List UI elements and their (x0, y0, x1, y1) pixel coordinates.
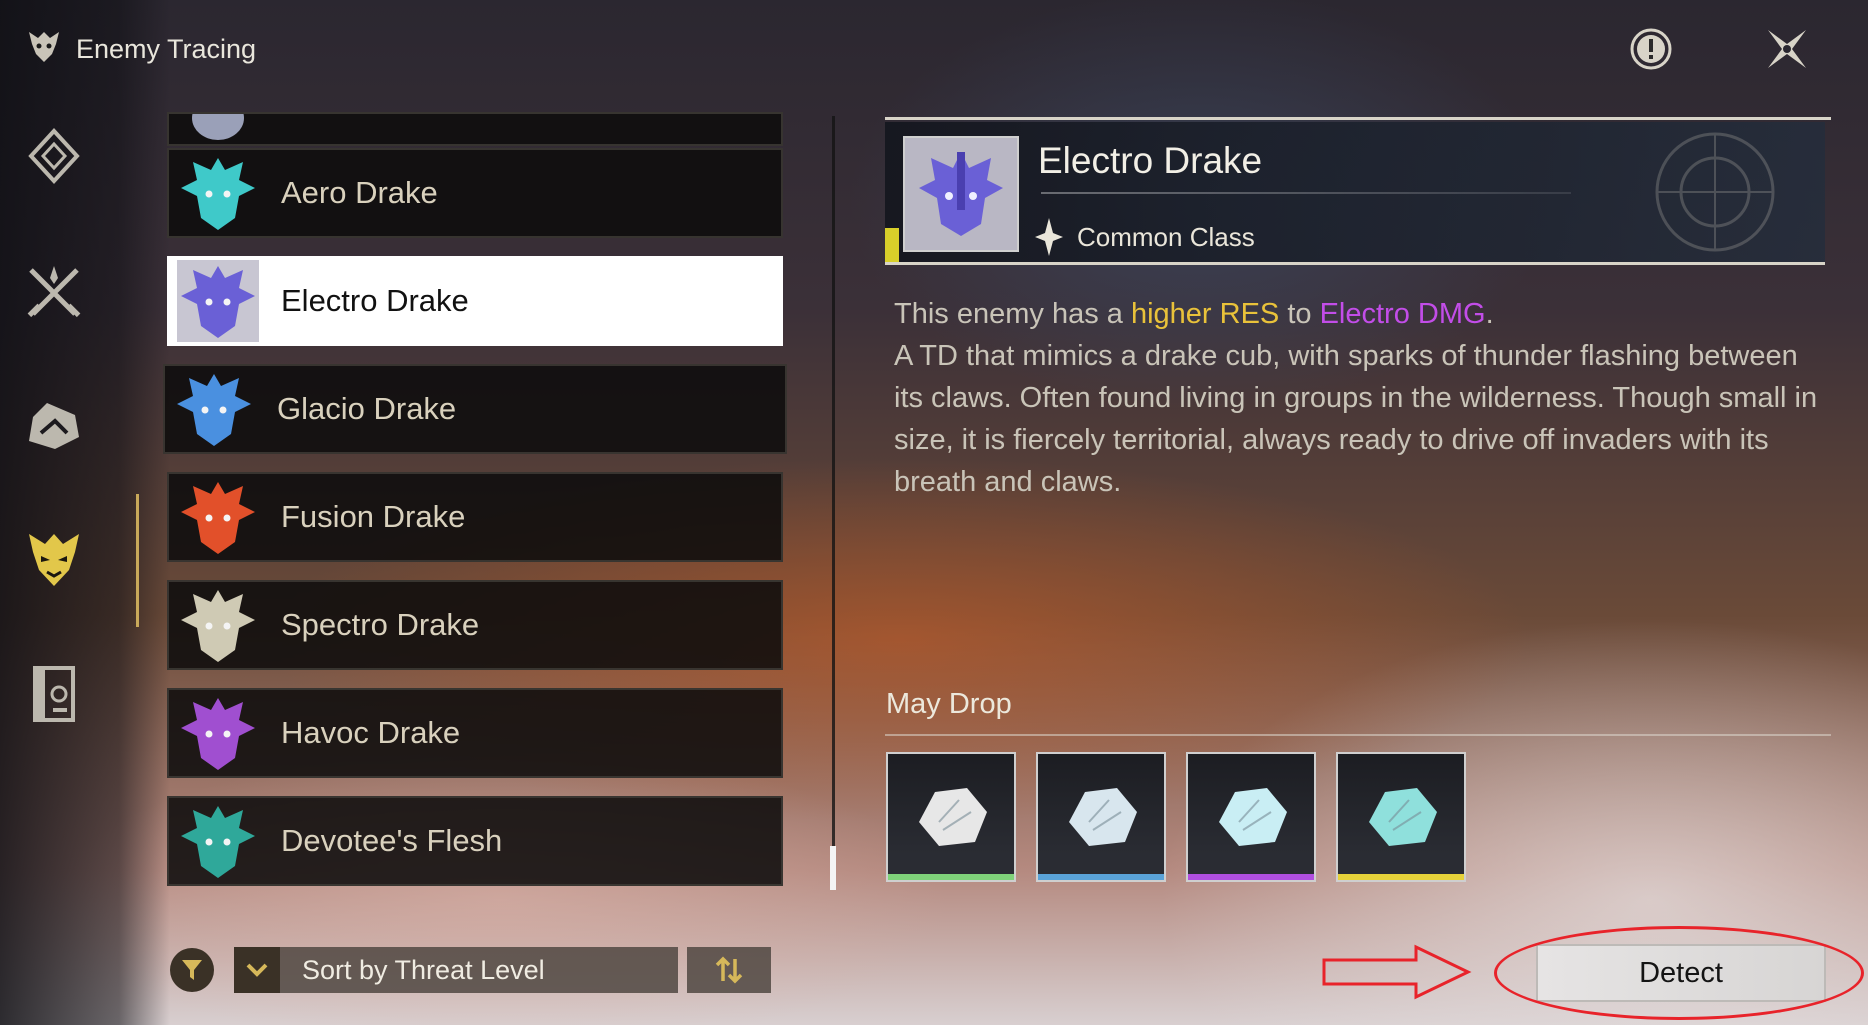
enemy-portrait (177, 152, 259, 234)
name-underline (1041, 192, 1571, 194)
list-divider (832, 116, 835, 890)
sort-arrows-icon (715, 956, 743, 984)
element-highlight: Electro DMG (1319, 298, 1486, 330)
enemy-detail-header: Electro Drake Common Class (885, 122, 1825, 265)
annotation-arrow-icon (1322, 944, 1472, 1000)
diamond-icon (28, 128, 80, 184)
sidebar-item-gem[interactable] (24, 396, 84, 456)
enemy-list-item[interactable]: Glacio Drake (163, 364, 787, 454)
enemy-list-item[interactable]: Devotee's Flesh (167, 796, 783, 886)
detail-top-rule (885, 117, 1831, 120)
enemy-detail-name: Electro Drake (1038, 140, 1263, 181)
enemy-detail-portrait (903, 136, 1019, 252)
enemy-portrait (173, 368, 255, 450)
enemy-portrait (177, 260, 259, 342)
enemy-list-item[interactable]: Aero Drake (167, 148, 783, 238)
demon-mask-icon (29, 534, 79, 586)
enemy-list-item[interactable]: Havoc Drake (167, 688, 783, 778)
sort-select[interactable]: Sort by Threat Level (234, 947, 678, 993)
shell-material-icon (1369, 788, 1437, 846)
enemy-class: Common Class (1035, 218, 1255, 256)
shell-material-icon (1219, 788, 1287, 846)
close-icon[interactable] (1764, 26, 1810, 72)
description-middle: to (1279, 298, 1320, 330)
enemy-list-item[interactable] (167, 112, 783, 146)
sidebar-active-indicator (136, 494, 139, 627)
enemy-name: Fusion Drake (281, 499, 466, 534)
enemy-list-item[interactable]: Fusion Drake (167, 472, 783, 562)
filter-button[interactable] (170, 948, 214, 992)
drop-item[interactable] (1186, 752, 1316, 882)
enemy-name: Devotee's Flesh (281, 823, 503, 858)
rarity-bar (1188, 874, 1314, 880)
enemy-portrait (177, 584, 259, 666)
emblem-watermark-icon (1655, 132, 1775, 252)
enemy-name: Havoc Drake (281, 715, 461, 750)
description-prefix: This enemy has a (894, 298, 1131, 330)
shell-material-icon (1069, 788, 1137, 846)
enemy-tracing-icon (26, 28, 62, 71)
gem-icon (29, 403, 79, 449)
sidebar-item-swords[interactable] (24, 262, 84, 322)
sparkle-icon (1035, 218, 1063, 256)
enemy-portrait (177, 800, 259, 882)
sidebar-item-enemy[interactable] (24, 530, 84, 590)
enemy-name: Aero Drake (281, 175, 438, 210)
page-title: Enemy Tracing (76, 34, 257, 64)
enemy-name: Glacio Drake (277, 391, 457, 426)
crossed-swords-icon (27, 266, 81, 318)
enemy-portrait (177, 692, 259, 774)
enemy-list-item[interactable]: Electro Drake (167, 256, 783, 346)
enemy-portrait (177, 476, 259, 558)
res-highlight: higher RES (1130, 298, 1280, 330)
sidebar-item-diamond[interactable] (24, 126, 84, 186)
drop-item[interactable] (1336, 752, 1466, 882)
annotation-ellipse (1494, 926, 1864, 1020)
enemy-list-item[interactable]: Spectro Drake (167, 580, 783, 670)
rarity-accent (885, 228, 899, 262)
sort-select-label: Sort by Threat Level (302, 954, 545, 985)
book-icon (33, 666, 75, 722)
sort-order-button[interactable] (687, 947, 771, 993)
enemy-description: This enemy has a higher RES to Electro D… (894, 293, 1824, 503)
shell-material-icon (919, 788, 987, 846)
enemy-class-label: Common Class (1077, 221, 1255, 252)
sidebar-item-book[interactable] (24, 664, 84, 724)
drops-title: May Drop (886, 688, 1012, 720)
rarity-bar (888, 874, 1014, 880)
rarity-bar (1338, 874, 1464, 880)
chevron-down-icon (234, 947, 280, 993)
filter-icon (182, 960, 202, 980)
drops-divider (885, 734, 1831, 736)
rarity-bar (1038, 874, 1164, 880)
enemy-name: Electro Drake (281, 283, 469, 318)
description-suffix: . (1485, 298, 1494, 330)
list-scrollbar[interactable] (830, 846, 836, 890)
enemy-portrait (177, 114, 259, 144)
drop-item[interactable] (886, 752, 1016, 882)
drop-item[interactable] (1036, 752, 1166, 882)
info-icon[interactable] (1628, 26, 1674, 72)
enemy-name: Spectro Drake (281, 607, 480, 642)
description-body: A TD that mimics a drake cub, with spark… (894, 340, 1818, 498)
app-header: Enemy Tracing (26, 28, 256, 71)
